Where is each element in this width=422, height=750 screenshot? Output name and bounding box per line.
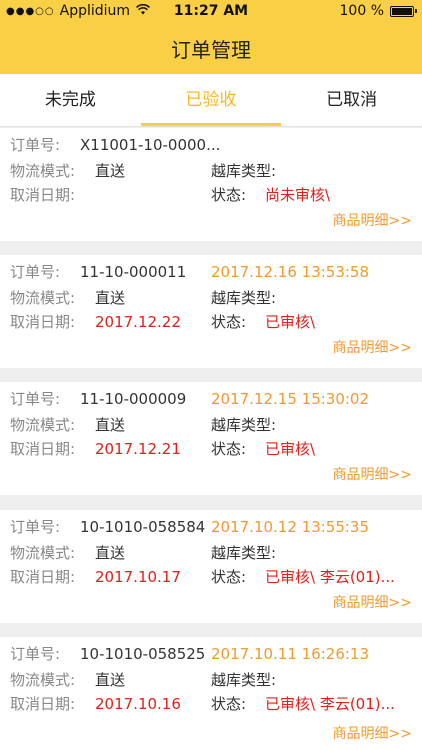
order-number: 11-10-000011	[80, 263, 187, 281]
logistics-value: 直送	[95, 544, 126, 562]
cancel-date-value: 2017.10.16	[95, 695, 181, 713]
status-value: 已审核\ 李云(01)...	[265, 568, 395, 586]
tab-cancelled[interactable]: 已取消	[281, 74, 422, 126]
product-detail-link[interactable]: 商品明细>>	[333, 592, 412, 612]
cancel-row: 取消日期: 2017.12.22 状态: 已审核\	[10, 310, 410, 334]
logistics-value: 直送	[95, 289, 126, 307]
order-number-row: 订单号: 10-1010-058525 2017.10.11 16:26:13	[10, 642, 410, 666]
cancel-date-label: 取消日期:	[10, 695, 76, 713]
order-card[interactable]: 订单号: 11-10-000011 2017.12.16 13:53:58 物流…	[0, 255, 422, 368]
cancel-date-value: 2017.12.22	[95, 313, 181, 331]
order-card[interactable]: 订单号: 10-1010-058584 2017.10.12 13:55:35 …	[0, 510, 422, 623]
order-number-row: 订单号: 11-10-000009 2017.12.15 15:30:02	[10, 387, 410, 411]
cancel-date-value: 2017.10.17	[95, 568, 181, 586]
cancel-row: 取消日期: 状态: 尚未审核\	[10, 183, 410, 207]
cancel-row: 取消日期: 2017.10.17 状态: 已审核\ 李云(01)...	[10, 565, 410, 589]
order-timestamp: 2017.12.15 15:30:02	[211, 390, 370, 408]
order-card[interactable]: 订单号: 10-1010-058525 2017.10.11 16:26:13 …	[0, 637, 422, 750]
product-detail-link[interactable]: 商品明细>>	[333, 464, 412, 484]
status-value: 已审核\	[265, 440, 316, 458]
cancel-row: 取消日期: 2017.10.16 状态: 已审核\ 李云(01)...	[10, 692, 410, 716]
product-detail-link[interactable]: 商品明细>>	[333, 723, 412, 743]
status-label: 状态:	[211, 695, 247, 713]
status-label: 状态:	[211, 313, 247, 331]
logistics-value: 直送	[95, 671, 126, 689]
order-timestamp: 2017.12.16 13:53:58	[211, 263, 370, 281]
order-number-row: 订单号: X11001-10-0000...	[10, 133, 410, 157]
status-value: 已审核\	[265, 313, 316, 331]
battery-icon	[390, 5, 417, 17]
warehouse-type-label: 越库类型:	[211, 544, 277, 562]
product-detail-link[interactable]: 商品明细>>	[333, 337, 412, 357]
page-title: 订单管理	[171, 38, 251, 62]
order-number: 10-1010-058584	[80, 518, 206, 536]
status-label: 状态:	[211, 186, 247, 204]
cancel-date-label: 取消日期:	[10, 313, 76, 331]
logistics-value: 直送	[95, 416, 126, 434]
cancel-row: 取消日期: 2017.12.21 状态: 已审核\	[10, 437, 410, 461]
cancel-date-value: 2017.12.21	[95, 440, 181, 458]
order-timestamp: 2017.10.11 16:26:13	[211, 645, 370, 663]
logistics-value: 直送	[95, 162, 126, 180]
order-number-label: 订单号:	[10, 263, 61, 281]
status-bar: ●●●○○ Applidium 11:27 AM 100 %	[0, 0, 422, 22]
order-number-label: 订单号:	[10, 645, 61, 663]
tabs-divider	[0, 126, 422, 127]
tab-incomplete[interactable]: 未完成	[0, 74, 141, 126]
logistics-row: 物流模式: 直送 越库类型:	[10, 159, 410, 183]
order-number-row: 订单号: 11-10-000011 2017.12.16 13:53:58	[10, 260, 410, 284]
logistics-label: 物流模式:	[10, 162, 76, 180]
order-number-label: 订单号:	[10, 390, 61, 408]
tab-bar: 未完成 已验收 已取消	[0, 74, 422, 126]
order-card[interactable]: 订单号: 11-10-000009 2017.12.15 15:30:02 物流…	[0, 382, 422, 495]
logistics-label: 物流模式:	[10, 289, 76, 307]
order-number-label: 订单号:	[10, 136, 61, 154]
battery-percent: 100 %	[339, 3, 384, 19]
status-value: 尚未审核\	[265, 186, 331, 204]
warehouse-type-label: 越库类型:	[211, 416, 277, 434]
cancel-date-label: 取消日期:	[10, 186, 76, 204]
order-number: X11001-10-0000...	[80, 136, 221, 154]
order-number: 11-10-000009	[80, 390, 187, 408]
status-label: 状态:	[211, 568, 247, 586]
logistics-row: 物流模式: 直送 越库类型:	[10, 541, 410, 565]
logistics-label: 物流模式:	[10, 416, 76, 434]
warehouse-type-label: 越库类型:	[211, 671, 277, 689]
status-value: 已审核\ 李云(01)...	[265, 695, 395, 713]
battery-fill	[392, 7, 412, 15]
warehouse-type-label: 越库类型:	[211, 162, 277, 180]
cancel-date-label: 取消日期:	[10, 440, 76, 458]
order-timestamp: 2017.10.12 13:55:35	[211, 518, 370, 536]
logistics-row: 物流模式: 直送 越库类型:	[10, 413, 410, 437]
logistics-row: 物流模式: 直送 越库类型:	[10, 286, 410, 310]
product-detail-link[interactable]: 商品明细>>	[333, 210, 412, 230]
order-number-row: 订单号: 10-1010-058584 2017.10.12 13:55:35	[10, 515, 410, 539]
app-header: ●●●○○ Applidium 11:27 AM 100 % 订单管理	[0, 0, 422, 74]
logistics-label: 物流模式:	[10, 544, 76, 562]
order-number-label: 订单号:	[10, 518, 61, 536]
cancel-date-label: 取消日期:	[10, 568, 76, 586]
logistics-label: 物流模式:	[10, 671, 76, 689]
tab-accepted[interactable]: 已验收	[140, 74, 282, 126]
warehouse-type-label: 越库类型:	[211, 289, 277, 307]
logistics-row: 物流模式: 直送 越库类型:	[10, 668, 410, 692]
status-right: 100 %	[339, 3, 417, 19]
order-card[interactable]: 订单号: X11001-10-0000... 物流模式: 直送 越库类型: 取消…	[0, 128, 422, 241]
status-label: 状态:	[211, 440, 247, 458]
order-number: 10-1010-058525	[80, 645, 206, 663]
